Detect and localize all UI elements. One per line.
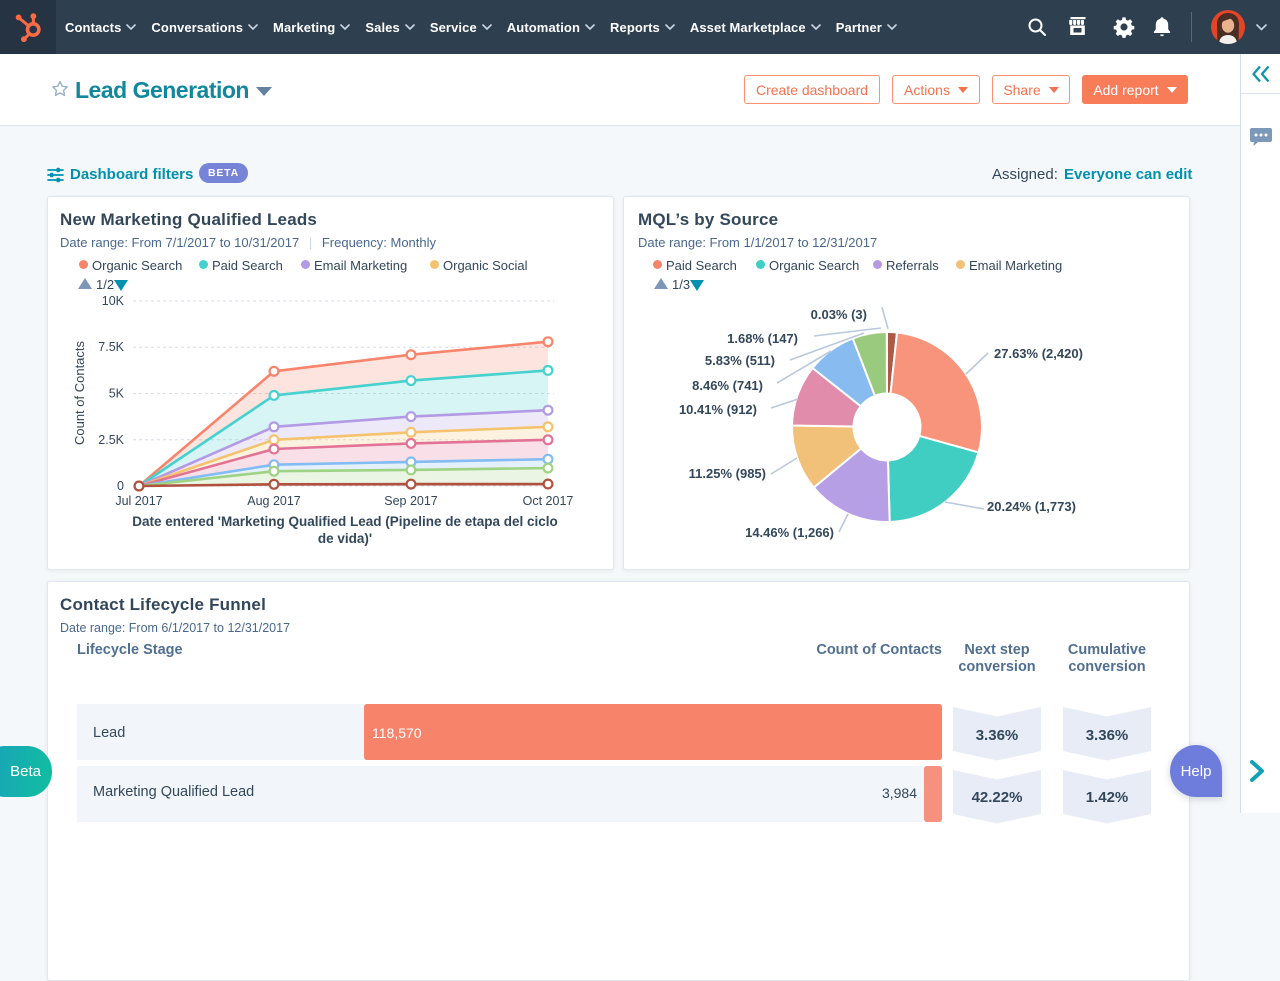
svg-text:11.25% (985): 11.25% (985): [689, 466, 766, 481]
svg-text:Date entered 'Marketing Qualif: Date entered 'Marketing Qualified Lead (…: [132, 514, 558, 529]
svg-text:Oct 2017: Oct 2017: [523, 494, 574, 508]
svg-text:14.46% (1,266): 14.46% (1,266): [745, 525, 834, 540]
svg-text:0: 0: [117, 479, 124, 493]
svg-text:0.03% (3): 0.03% (3): [811, 307, 867, 322]
svg-text:27.63% (2,420): 27.63% (2,420): [994, 346, 1083, 361]
svg-text:de vida)': de vida)': [318, 531, 372, 546]
svg-text:Aug 2017: Aug 2017: [247, 494, 301, 508]
svg-text:8.46% (741): 8.46% (741): [692, 378, 763, 393]
svg-text:20.24% (1,773): 20.24% (1,773): [987, 499, 1076, 514]
svg-text:7.5K: 7.5K: [98, 340, 124, 354]
svg-text:Sep 2017: Sep 2017: [384, 494, 438, 508]
svg-text:10.41% (912): 10.41% (912): [679, 402, 757, 417]
svg-text:10K: 10K: [102, 294, 125, 308]
svg-text:1.68% (147): 1.68% (147): [727, 331, 798, 346]
svg-text:Jul 2017: Jul 2017: [115, 494, 162, 508]
svg-text:5K: 5K: [109, 387, 125, 401]
svg-text:5.83% (511): 5.83% (511): [705, 353, 775, 368]
svg-text:Count of Contacts: Count of Contacts: [72, 340, 87, 445]
svg-text:2.5K: 2.5K: [98, 433, 124, 447]
